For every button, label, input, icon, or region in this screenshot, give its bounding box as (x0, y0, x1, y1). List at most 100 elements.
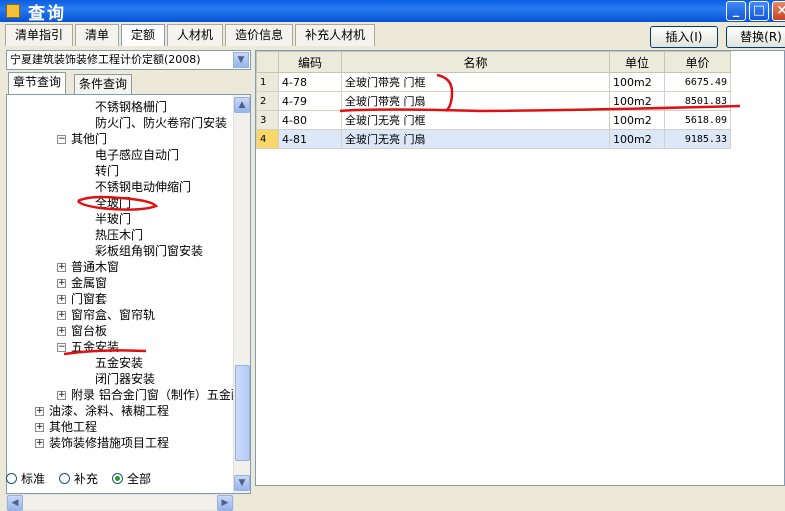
cell-unit[interactable]: 100m2 (609, 91, 665, 111)
cell-price[interactable]: 6675.49 (664, 72, 731, 92)
cell-code[interactable]: 4-81 (278, 129, 342, 149)
radio-label: 标准 (21, 472, 46, 486)
column-header-unit[interactable]: 单位 (609, 51, 665, 73)
tree-node[interactable]: 彩板组角钢门窗安装 (95, 243, 203, 259)
tab-2[interactable]: 定额 (121, 24, 166, 46)
cell-unit[interactable]: 100m2 (609, 72, 665, 92)
cell-code[interactable]: 4-78 (278, 72, 342, 92)
tree-node[interactable]: 全玻门 (95, 195, 131, 211)
radio-button[interactable] (59, 473, 71, 484)
cell-code[interactable]: 4-80 (278, 110, 342, 130)
cell-code[interactable]: 4-79 (278, 91, 342, 111)
tab-5[interactable]: 补充人材机 (295, 24, 376, 46)
cell-name[interactable]: 全玻门带亮 门扇 (341, 91, 610, 111)
tree-node[interactable]: 热压木门 (95, 227, 143, 243)
tree-node[interactable]: 门窗套 (71, 291, 107, 307)
table-row[interactable]: 1 4-78 全玻门带亮 门框 100m2 6675.49 (256, 72, 731, 92)
scroll-right-icon[interactable]: ▶ (217, 495, 233, 511)
row-number[interactable]: 1 (256, 72, 279, 92)
expand-icon[interactable]: + (57, 311, 66, 320)
row-number[interactable]: 2 (256, 91, 279, 111)
collapse-icon[interactable]: − (57, 343, 66, 352)
tree-vertical-scrollbar[interactable]: ▲ ▼ (233, 95, 250, 493)
tab-condition-search[interactable]: 条件查询 (74, 74, 133, 94)
row-number[interactable]: 3 (256, 110, 279, 130)
scroll-up-icon[interactable]: ▲ (234, 97, 250, 113)
column-header-code[interactable]: 编码 (278, 51, 342, 73)
tree-node[interactable]: 普通木窗 (71, 259, 119, 275)
collapse-icon[interactable]: − (57, 135, 66, 144)
quota-library-value: 宁夏建筑装饰装修工程计价定额(2008) (10, 53, 201, 66)
table-row[interactable]: 2 4-79 全玻门带亮 门扇 100m2 8501.83 (256, 91, 731, 111)
expand-icon[interactable]: + (57, 327, 66, 336)
tab-4[interactable]: 造价信息 (225, 24, 294, 46)
radio-button[interactable] (112, 473, 124, 484)
insert-button[interactable]: 插入(I) (650, 26, 718, 48)
tree-node[interactable]: 装饰装修措施项目工程 (49, 435, 169, 451)
tree-node[interactable]: 附录 铝合金门窗（制作）五金配件 (71, 387, 250, 403)
tree-node[interactable]: 五金安装 (71, 339, 119, 355)
expand-icon[interactable]: + (57, 391, 66, 400)
expand-icon[interactable]: + (35, 407, 44, 416)
column-header-name[interactable]: 名称 (341, 51, 610, 73)
tab-chapter-search[interactable]: 章节查询 (8, 72, 67, 94)
cell-unit[interactable]: 100m2 (609, 110, 665, 130)
column-header-price[interactable]: 单价 (664, 51, 731, 73)
radio-option[interactable]: 全部 (112, 472, 151, 486)
radio-label: 补充 (74, 472, 99, 486)
tree-node[interactable]: 窗帘盒、窗帘轨 (71, 307, 155, 323)
cell-name[interactable]: 全玻门带亮 门框 (341, 72, 610, 92)
minimize-button[interactable]: _ (726, 1, 746, 21)
expand-icon[interactable]: + (57, 279, 66, 288)
tree-node[interactable]: 其他工程 (49, 419, 97, 435)
maximize-button[interactable]: □ (749, 1, 769, 21)
tree-node[interactable]: 不锈钢电动伸缩门 (95, 179, 191, 195)
row-number-header (256, 51, 279, 73)
tree-node[interactable]: 转门 (95, 163, 119, 179)
tree-node[interactable]: 油漆、涂料、裱糊工程 (49, 403, 169, 419)
chevron-down-icon[interactable]: ▼ (233, 52, 249, 68)
close-button[interactable]: × (772, 1, 785, 21)
replace-button[interactable]: 替换(R) (726, 26, 785, 48)
table-row[interactable]: 3 4-80 全玻门无亮 门框 100m2 5618.09 (256, 110, 731, 130)
expand-icon[interactable]: + (57, 263, 66, 272)
title-bar: 查询 _ □ × (0, 0, 785, 24)
cell-price[interactable]: 5618.09 (664, 110, 731, 130)
expand-icon[interactable]: + (57, 295, 66, 304)
window-title: 查询 (28, 3, 66, 24)
radio-label: 全部 (127, 472, 152, 486)
scroll-left-icon[interactable]: ◀ (7, 495, 23, 511)
cell-name[interactable]: 全玻门无亮 门框 (341, 110, 610, 130)
cell-price[interactable]: 8501.83 (664, 91, 731, 111)
radio-option[interactable]: 补充 (59, 472, 98, 486)
chapter-tree: 不锈钢格栅门 防火门、防火卷帘门安装 − 其他门 电子感应自动门 转门 不锈钢电动伸缩门 全玻… (6, 94, 251, 494)
radio-option[interactable]: 标准 (6, 472, 45, 486)
cell-unit[interactable]: 100m2 (609, 129, 665, 149)
tree-horizontal-scrollbar[interactable]: ◀ ▶ (6, 494, 234, 511)
tree-node[interactable]: 窗台板 (71, 323, 107, 339)
tree-node[interactable]: 闭门器安装 (95, 371, 155, 387)
table-row[interactable]: 4 4-81 全玻门无亮 门扇 100m2 9185.33 (256, 129, 731, 149)
tab-1[interactable]: 清单 (75, 24, 120, 46)
tree-node[interactable]: 半玻门 (95, 211, 131, 227)
filter-radio-group: 标准 补充 全部 (6, 472, 251, 486)
scroll-thumb[interactable] (235, 365, 250, 461)
cell-price[interactable]: 9185.33 (664, 129, 731, 149)
quota-grid: 编码 名称 单位 单价 1 4-78 全玻门带亮 门框 100m2 6675.49 2 4-… (255, 50, 785, 486)
tree-node[interactable]: 不锈钢格栅门 (95, 99, 167, 115)
tab-3[interactable]: 人材机 (167, 24, 224, 46)
row-number[interactable]: 4 (256, 129, 279, 149)
radio-button[interactable] (6, 473, 17, 484)
quota-library-select[interactable]: 宁夏建筑装饰装修工程计价定额(2008) ▼ (6, 50, 251, 70)
tree-node[interactable]: 其他门 (71, 131, 107, 147)
expand-icon[interactable]: + (35, 423, 44, 432)
tree-node[interactable]: 金属窗 (71, 275, 107, 291)
tree-node[interactable]: 电子感应自动门 (95, 147, 179, 163)
tree-node[interactable]: 五金安装 (95, 355, 143, 371)
tree-node[interactable]: 防火门、防火卷帘门安装 (95, 115, 227, 131)
left-panel: 宁夏建筑装饰装修工程计价定额(2008) ▼ 章节查询 条件查询 不锈钢格栅门防… (6, 50, 251, 511)
tab-0[interactable]: 清单指引 (5, 24, 74, 46)
cell-name[interactable]: 全玻门无亮 门扇 (341, 129, 610, 149)
app-icon (6, 4, 20, 18)
expand-icon[interactable]: + (35, 439, 44, 448)
